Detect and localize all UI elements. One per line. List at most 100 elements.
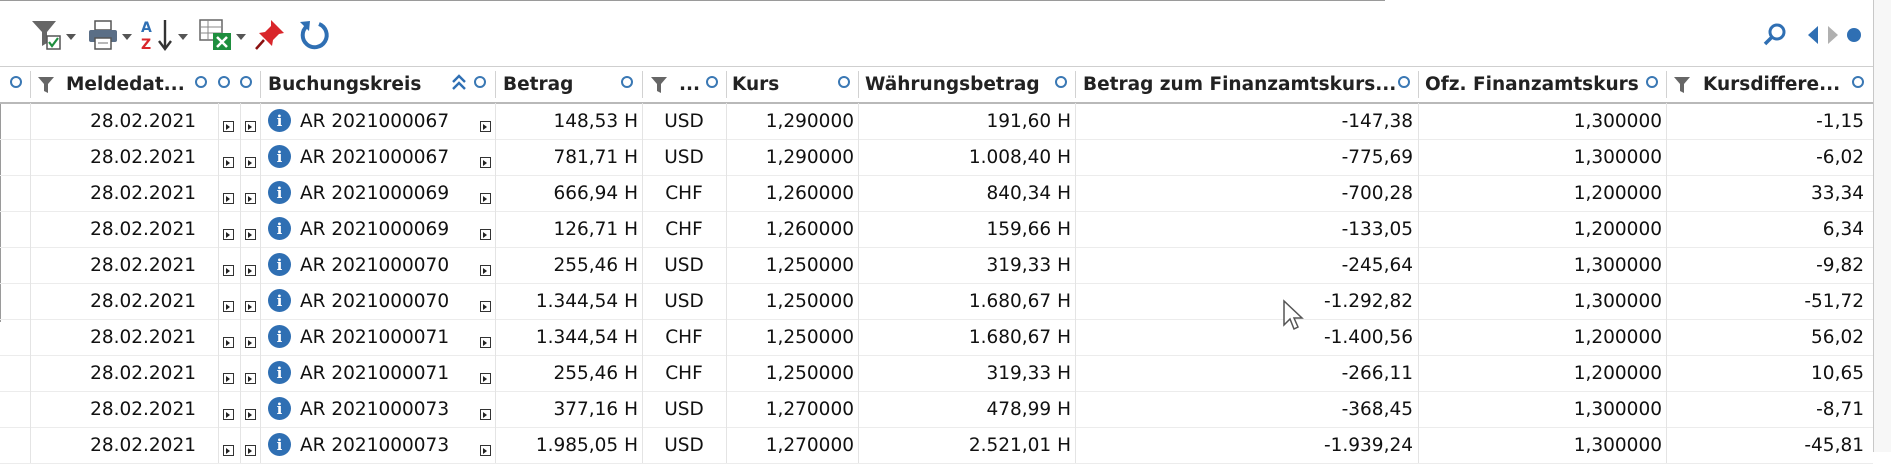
column-options-icon[interactable] (474, 76, 486, 88)
info-icon[interactable]: i (268, 361, 291, 384)
info-icon[interactable]: i (268, 433, 291, 456)
header-currency[interactable]: ... (679, 67, 709, 102)
filter-button[interactable] (30, 15, 76, 55)
column-options-icon[interactable] (10, 76, 22, 88)
column-options-icon[interactable] (1055, 76, 1067, 88)
expand-row-icon[interactable] (480, 193, 491, 204)
table-row[interactable]: 28.02.2021 i AR 2021000069 126,71 H CHF 1,260… (0, 211, 1873, 248)
filter-icon[interactable] (1673, 75, 1691, 95)
table-row[interactable]: 28.02.2021 i AR 2021000070 1.344,54 H USD 1,2… (0, 283, 1873, 320)
info-icon[interactable]: i (268, 181, 291, 204)
info-icon[interactable]: i (268, 289, 291, 312)
next-button[interactable] (1826, 15, 1840, 55)
search-button[interactable] (1762, 15, 1788, 55)
column-options-icon[interactable] (1646, 76, 1658, 88)
search-icon (1763, 23, 1786, 46)
expand-row-icon[interactable] (480, 121, 491, 132)
table-row[interactable]: 28.02.2021 i AR 2021000073 1.985,05 H USD 1,2… (0, 427, 1873, 464)
pin-icon (255, 20, 284, 50)
column-options-icon[interactable] (838, 76, 850, 88)
status-dot[interactable] (1845, 15, 1863, 55)
header-buchungskreis[interactable]: Buchungskreis (268, 67, 448, 102)
column-options-icon[interactable] (195, 76, 207, 88)
info-icon[interactable]: i (268, 109, 291, 132)
cell-meldedatum: 28.02.2021 (90, 398, 196, 420)
cell-waehrungsbetrag: 1.680,67 H (968, 290, 1071, 312)
header-kursdifferenz[interactable]: Kursdiffere... (1703, 67, 1843, 102)
expand-row-icon[interactable] (223, 445, 234, 456)
expand-row-icon[interactable] (245, 301, 256, 312)
expand-row-icon[interactable] (245, 409, 256, 420)
vertical-scrollbar[interactable] (1873, 0, 1891, 452)
column-options-icon[interactable] (1852, 76, 1864, 88)
expand-row-icon[interactable] (223, 409, 234, 420)
expand-row-icon[interactable] (223, 157, 234, 168)
column-options-icon[interactable] (218, 76, 230, 88)
expand-row-icon[interactable] (480, 337, 491, 348)
header-meldedatum[interactable]: Meldedat... (66, 67, 192, 102)
cell-betrag-finanzamtskurs: -1.400,56 (1323, 326, 1413, 348)
table-row[interactable]: 28.02.2021 i AR 2021000071 1.344,54 H CHF 1,2… (0, 319, 1873, 356)
table-row[interactable]: 28.02.2021 i AR 2021000071 255,46 H CHF 1,250… (0, 355, 1873, 392)
expand-row-icon[interactable] (480, 409, 491, 420)
expand-row-icon[interactable] (245, 265, 256, 276)
expand-row-icon[interactable] (245, 337, 256, 348)
header-betrag[interactable]: Betrag (503, 67, 613, 102)
expand-row-icon[interactable] (223, 229, 234, 240)
info-icon[interactable]: i (268, 145, 291, 168)
header-waehrungsbetrag[interactable]: Währungsbetrag (865, 67, 1045, 102)
prev-button[interactable] (1806, 15, 1820, 55)
expand-row-icon[interactable] (245, 193, 256, 204)
expand-row-icon[interactable] (480, 301, 491, 312)
expand-row-icon[interactable] (480, 157, 491, 168)
cell-betrag: 377,16 H (553, 398, 638, 420)
header-betrag-finanzamtskurs[interactable]: Betrag zum Finanzamtskurs... (1083, 67, 1396, 102)
expand-row-icon[interactable] (245, 157, 256, 168)
column-options-icon[interactable] (621, 76, 633, 88)
sort-button[interactable]: A Z (140, 15, 188, 55)
filter-icon[interactable] (650, 75, 668, 95)
info-icon[interactable]: i (268, 325, 291, 348)
table-row[interactable]: 28.02.2021 i AR 2021000070 255,46 H USD 1,250… (0, 247, 1873, 284)
expand-row-icon[interactable] (245, 373, 256, 384)
sort-ascending-icon[interactable] (451, 73, 467, 93)
header-ofz-finanzamtskurs[interactable]: Ofz. Finanzamtskurs (1425, 67, 1645, 102)
column-options-icon[interactable] (240, 76, 252, 88)
table-row[interactable]: 28.02.2021 i AR 2021000067 148,53 H USD 1,290… (0, 103, 1873, 140)
expand-row-icon[interactable] (223, 193, 234, 204)
cell-ofz-finanzamtskurs: 1,300000 (1573, 146, 1662, 168)
header-kurs[interactable]: Kurs (732, 67, 832, 102)
refresh-button[interactable] (297, 15, 331, 55)
cell-buchungskreis: AR 2021000071 (300, 326, 450, 348)
expand-row-icon[interactable] (480, 265, 491, 276)
filter-icon[interactable] (37, 75, 55, 95)
table-row[interactable]: 28.02.2021 i AR 2021000067 781,71 H USD 1,290… (0, 139, 1873, 176)
cell-ofz-finanzamtskurs: 1,300000 (1573, 110, 1662, 132)
info-icon[interactable]: i (268, 217, 291, 240)
expand-row-icon[interactable] (480, 229, 491, 240)
print-button[interactable] (86, 15, 132, 55)
excel-export-button[interactable] (198, 15, 246, 55)
expand-row-icon[interactable] (480, 445, 491, 456)
column-options-icon[interactable] (706, 76, 718, 88)
pin-button[interactable] (254, 15, 286, 55)
cell-kursdifferenz: -45,81 (1804, 434, 1864, 456)
expand-row-icon[interactable] (245, 121, 256, 132)
expand-row-icon[interactable] (223, 265, 234, 276)
cell-ofz-finanzamtskurs: 1,300000 (1573, 398, 1662, 420)
info-icon[interactable]: i (268, 397, 291, 420)
expand-row-icon[interactable] (245, 229, 256, 240)
info-icon[interactable]: i (268, 253, 291, 276)
column-options-icon[interactable] (1398, 76, 1410, 88)
expand-row-icon[interactable] (223, 301, 234, 312)
cell-buchungskreis: AR 2021000070 (300, 254, 450, 276)
cell-betrag-finanzamtskurs: -1.292,82 (1323, 290, 1413, 312)
expand-row-icon[interactable] (223, 373, 234, 384)
cell-betrag: 1.985,05 H (535, 434, 638, 456)
expand-row-icon[interactable] (245, 445, 256, 456)
expand-row-icon[interactable] (223, 337, 234, 348)
table-row[interactable]: 28.02.2021 i AR 2021000073 377,16 H USD 1,270… (0, 391, 1873, 428)
expand-row-icon[interactable] (223, 121, 234, 132)
table-row[interactable]: 28.02.2021 i AR 2021000069 666,94 H CHF 1,260… (0, 175, 1873, 212)
expand-row-icon[interactable] (480, 373, 491, 384)
